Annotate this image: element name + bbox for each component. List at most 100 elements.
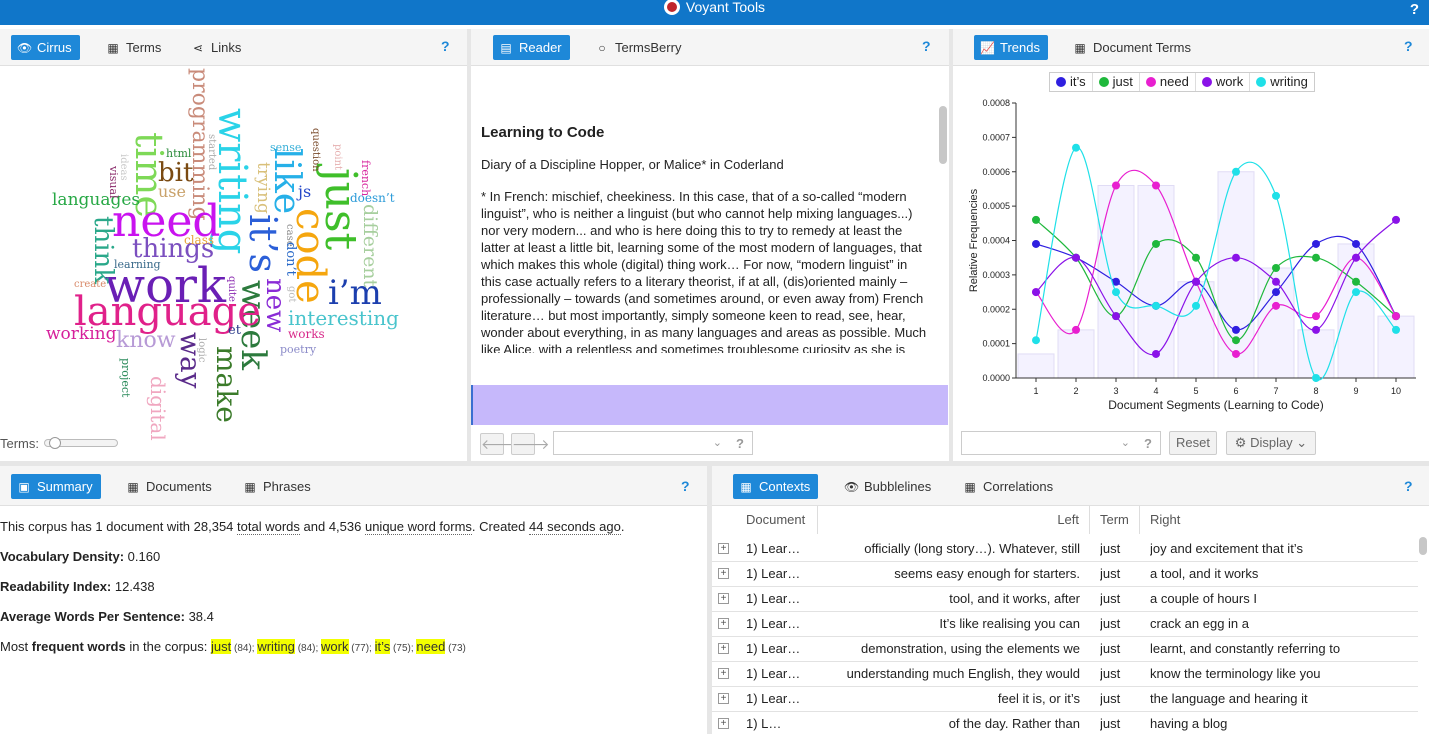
tab-termsberry[interactable]: ○ TermsBerry: [589, 35, 689, 60]
cloud-word[interactable]: think: [88, 216, 118, 284]
data-point[interactable]: [1392, 215, 1400, 224]
expand-row-icon[interactable]: +: [718, 693, 729, 704]
cloud-word[interactable]: project: [119, 358, 132, 397]
expand-row-icon[interactable]: +: [718, 618, 729, 629]
cloud-word[interactable]: it’s: [241, 214, 285, 273]
expand-row-icon[interactable]: +: [718, 643, 729, 654]
tab-summary[interactable]: ▣ Summary: [11, 474, 101, 499]
cloud-word[interactable]: trying: [253, 162, 273, 214]
column-header-left[interactable]: Left: [818, 506, 1090, 534]
data-point[interactable]: [1272, 277, 1280, 286]
cloud-word[interactable]: working: [46, 326, 116, 343]
data-point[interactable]: [1112, 288, 1120, 297]
reader-search-combo[interactable]: ⌄?: [553, 431, 753, 455]
cloud-word[interactable]: works: [288, 328, 325, 340]
cloud-word[interactable]: learning: [114, 259, 161, 270]
reader-scrollbar[interactable]: [939, 106, 947, 164]
data-point[interactable]: [1352, 253, 1360, 262]
data-point[interactable]: [1312, 374, 1320, 382]
reader-viewport[interactable]: Learning to Code Diary of a Discipline H…: [471, 66, 949, 353]
tab-cirrus[interactable]: 👁 Cirrus: [11, 35, 80, 60]
cloud-word[interactable]: know: [116, 330, 176, 352]
app-help-button[interactable]: ?: [1410, 1, 1419, 18]
data-point[interactable]: [1232, 167, 1240, 176]
cloud-word[interactable]: logic: [196, 338, 207, 362]
cloud-word[interactable]: doesn’t: [350, 192, 395, 204]
trends-help-button[interactable]: ?: [1404, 38, 1413, 54]
data-point[interactable]: [1192, 301, 1200, 310]
contexts-help-button[interactable]: ?: [1404, 478, 1413, 494]
data-point[interactable]: [1112, 312, 1120, 321]
data-point[interactable]: [1272, 288, 1280, 297]
data-point[interactable]: [1032, 239, 1040, 248]
data-point[interactable]: [1232, 336, 1240, 345]
table-row[interactable]: +1) Lear… tool, and it works, after just a …: [712, 587, 1418, 612]
trends-term-combo[interactable]: ⌄?: [961, 431, 1161, 455]
tab-contexts[interactable]: ▦ Contexts: [733, 474, 819, 499]
data-point[interactable]: [1232, 253, 1240, 262]
reader-combo-help-icon[interactable]: ?: [736, 436, 744, 451]
frequent-word[interactable]: it’s: [374, 639, 391, 654]
data-point[interactable]: [1072, 325, 1080, 334]
cloud-word[interactable]: point: [332, 144, 343, 170]
data-point[interactable]: [1312, 253, 1320, 262]
cloud-word[interactable]: et: [228, 324, 241, 337]
cloud-word[interactable]: french: [359, 160, 372, 196]
expand-row-icon[interactable]: +: [718, 543, 729, 554]
cloud-word[interactable]: started: [206, 134, 217, 170]
data-point[interactable]: [1152, 239, 1160, 248]
cloud-word[interactable]: different: [359, 204, 381, 287]
data-point[interactable]: [1112, 181, 1120, 190]
frequent-word[interactable]: need: [416, 639, 446, 654]
frequent-word[interactable]: just: [210, 639, 232, 654]
data-point[interactable]: [1312, 239, 1320, 248]
data-point[interactable]: [1392, 312, 1400, 321]
cloud-word[interactable]: don’t: [283, 242, 298, 276]
cirrus-help-button[interactable]: ?: [441, 38, 450, 54]
data-point[interactable]: [1072, 253, 1080, 262]
cloud-word[interactable]: question: [310, 128, 321, 172]
tab-trends[interactable]: 📈 Trends: [974, 35, 1048, 60]
cloud-word[interactable]: got: [286, 286, 297, 302]
previous-button[interactable]: 🡐: [480, 433, 519, 455]
data-point[interactable]: [1352, 277, 1360, 286]
cloud-word[interactable]: use: [158, 184, 186, 200]
table-row[interactable]: +1) Lear… seems easy enough for starters.…: [712, 562, 1418, 587]
data-point[interactable]: [1152, 349, 1160, 358]
tab-phrases[interactable]: ▦ Phrases: [237, 474, 319, 499]
data-point[interactable]: [1352, 239, 1360, 248]
expand-row-icon[interactable]: +: [718, 568, 729, 579]
table-row[interactable]: +1) Lear… demonstration, using the elemen…: [712, 637, 1418, 662]
cloud-word[interactable]: poetry: [280, 344, 316, 355]
expand-row-icon[interactable]: +: [718, 718, 729, 729]
cloud-word[interactable]: sense: [270, 142, 301, 153]
table-row[interactable]: +1) Lear… It’s like realising you can just…: [712, 612, 1418, 637]
tab-reader[interactable]: ▤ Reader: [493, 35, 570, 60]
column-header-right[interactable]: Right: [1140, 506, 1418, 534]
cloud-word[interactable]: js: [298, 184, 311, 200]
cloud-word[interactable]: create: [74, 280, 106, 290]
unique-words-link[interactable]: unique word forms: [364, 519, 472, 535]
word-cloud[interactable]: programming writing like just code time need it…: [0, 66, 467, 441]
contexts-scrollbar[interactable]: [1419, 537, 1427, 555]
tab-terms[interactable]: ▦ Terms: [100, 35, 169, 60]
data-point[interactable]: [1032, 288, 1040, 297]
reader-document-bar[interactable]: [471, 385, 948, 425]
data-point[interactable]: [1192, 253, 1200, 262]
table-row[interactable]: +1) Lear… officially (long story…). Whate…: [712, 537, 1418, 562]
reset-button[interactable]: Reset: [1169, 431, 1217, 455]
cloud-word[interactable]: ideas: [118, 154, 129, 181]
terms-slider-handle[interactable]: [49, 437, 61, 449]
data-point[interactable]: [1152, 301, 1160, 310]
data-point[interactable]: [1232, 349, 1240, 358]
table-row[interactable]: +1) L… of the day. Rather than just having …: [712, 712, 1418, 734]
data-point[interactable]: [1032, 336, 1040, 345]
cloud-word[interactable]: quite: [226, 276, 237, 302]
tab-links[interactable]: ⋖ Links: [185, 35, 249, 60]
data-point[interactable]: [1312, 325, 1320, 334]
expand-row-icon[interactable]: +: [718, 593, 729, 604]
cloud-word[interactable]: new: [260, 278, 290, 332]
frequent-word[interactable]: writing: [257, 639, 295, 654]
data-point[interactable]: [1272, 191, 1280, 200]
table-row[interactable]: +1) Lear… feel it is, or it’s just the lang…: [712, 687, 1418, 712]
